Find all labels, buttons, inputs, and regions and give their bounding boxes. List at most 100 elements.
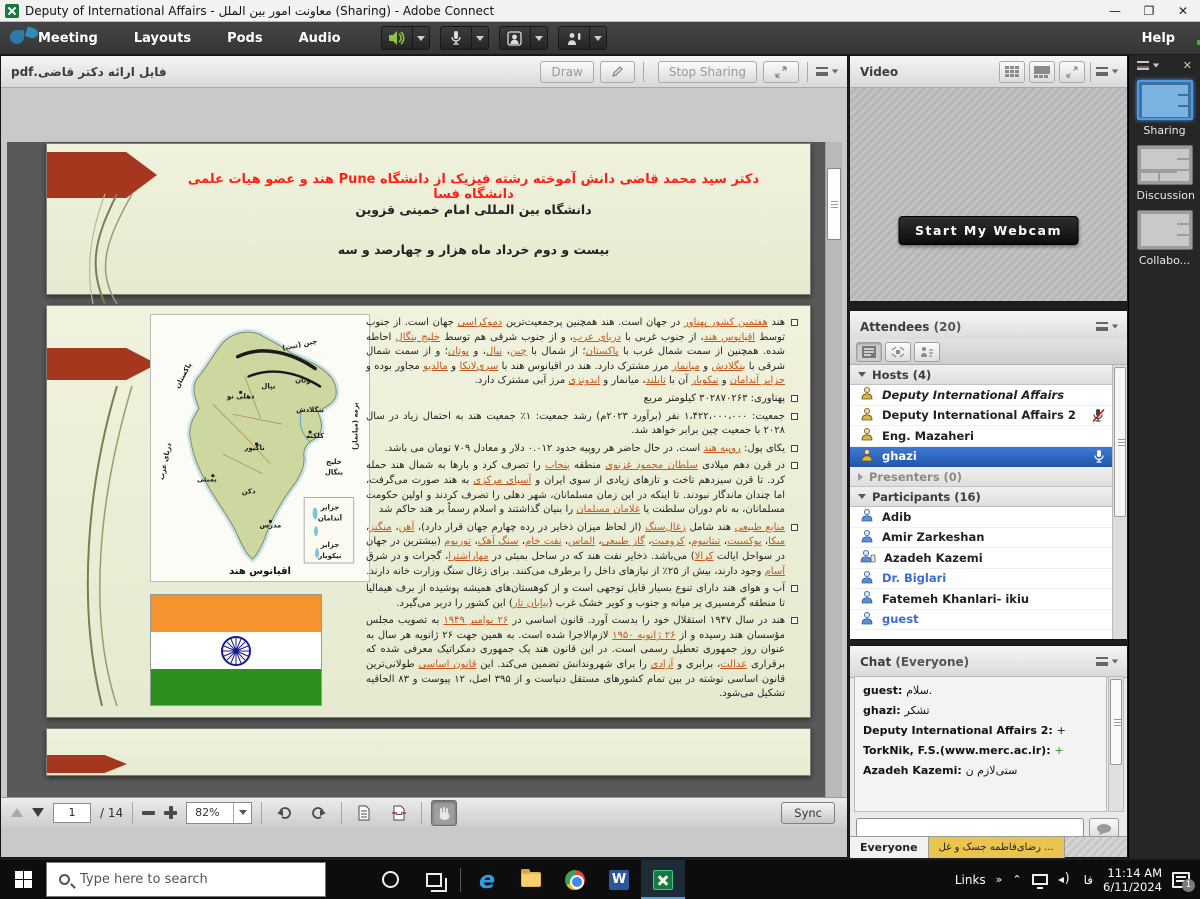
attendee-group-header[interactable]: Hosts (4): [850, 365, 1127, 385]
video-fullscreen-icon[interactable]: [1059, 61, 1085, 83]
microphone-icon[interactable]: [440, 26, 472, 50]
attendee-row[interactable]: Deputy International Affairs: [850, 385, 1127, 406]
webcam-button-group[interactable]: [499, 26, 548, 50]
attendee-row[interactable]: Eng. Mazaheri: [850, 426, 1127, 447]
raise-hand-icon[interactable]: [558, 26, 590, 50]
start-webcam-button[interactable]: Start My Webcam: [898, 216, 1079, 245]
fit-width-icon[interactable]: [386, 800, 412, 826]
attendee-row[interactable]: Adib: [850, 507, 1127, 528]
menu-layouts[interactable]: Layouts: [116, 22, 209, 55]
attendee-row[interactable]: Fatemeh Khanlari- ikiu: [850, 589, 1127, 610]
next-page-button[interactable]: [32, 808, 44, 817]
attendee-group-header[interactable]: Presenters (0): [850, 467, 1127, 487]
page-number-input[interactable]: [53, 803, 91, 823]
speaker-dropdown[interactable]: [413, 26, 430, 50]
participant-phone-avatar-icon: [860, 549, 876, 566]
document-scrollbar[interactable]: [825, 142, 842, 802]
bullet-square-icon: [791, 462, 798, 469]
breakout-view-icon[interactable]: [885, 342, 911, 362]
microphone-button-group[interactable]: [440, 26, 489, 50]
notification-center-icon[interactable]: 1: [1172, 872, 1190, 888]
sync-button[interactable]: Sync: [781, 802, 835, 824]
attendee-row[interactable]: Azadeh Kazemi: [850, 548, 1127, 569]
video-grid-view-icon[interactable]: [999, 61, 1025, 83]
layout-item-collabo[interactable]: Collabo...: [1137, 210, 1193, 267]
share-pod-menu-icon[interactable]: [816, 67, 839, 76]
map-label: بنگلادش: [296, 405, 324, 414]
attendee-status-view-icon[interactable]: [914, 342, 940, 362]
rotate-right-icon[interactable]: [306, 800, 332, 826]
network-icon[interactable]: [1032, 874, 1048, 885]
stop-sharing-button[interactable]: Stop Sharing: [658, 61, 757, 83]
raise-hand-dropdown[interactable]: [590, 26, 607, 50]
fullscreen-icon[interactable]: [763, 61, 799, 83]
word-icon[interactable]: W: [597, 860, 641, 899]
mic-muted-icon[interactable]: [1092, 408, 1105, 426]
help-menu[interactable]: Help: [1142, 31, 1175, 46]
attendee-group-header[interactable]: Participants (16): [850, 487, 1127, 507]
attendees-pod-menu-icon[interactable]: [1096, 322, 1119, 331]
attendees-scrollbar-thumb[interactable]: [1114, 367, 1126, 517]
webcam-dropdown[interactable]: [531, 26, 548, 50]
menu-audio[interactable]: Audio: [281, 22, 359, 55]
volume-icon[interactable]: [1058, 873, 1074, 887]
links-toolbar[interactable]: Links: [955, 873, 986, 887]
webcam-icon[interactable]: [499, 26, 531, 50]
speaker-button-group[interactable]: [381, 26, 430, 50]
chrome-icon[interactable]: [553, 860, 597, 899]
document-canvas[interactable]: دکتر سید محمد قاضی دانش آموخته رشته فیزی…: [7, 142, 827, 802]
search-placeholder: Type here to search: [80, 872, 208, 887]
fit-page-icon[interactable]: [351, 800, 377, 826]
layout-item-discussion[interactable]: Discussion: [1137, 145, 1193, 202]
document-scrollbar-thumb[interactable]: [827, 168, 841, 240]
chat-scrollbar[interactable]: [1108, 676, 1124, 812]
file-explorer-icon[interactable]: [509, 860, 553, 899]
minimize-button[interactable]: —: [1098, 0, 1132, 22]
mic-icon[interactable]: [1093, 449, 1105, 467]
attendee-row[interactable]: guest: [850, 610, 1127, 631]
zoom-out-button[interactable]: [142, 811, 155, 815]
start-button[interactable]: [0, 860, 46, 899]
chat-scrollbar-thumb[interactable]: [1110, 679, 1122, 765]
slide-bullet: جمعیت: ۱،۴۲۲،۰۰۰،۰۰۰ نفر (برآورد ۲۰۲۳م) …: [366, 410, 798, 439]
task-view-icon[interactable]: [412, 860, 456, 899]
zoom-level-select[interactable]: 82%: [186, 802, 252, 824]
video-filmstrip-view-icon[interactable]: [1029, 61, 1055, 83]
video-pod-menu-icon[interactable]: [1096, 67, 1119, 76]
layout-item-sharing[interactable]: Sharing: [1137, 80, 1193, 137]
draw-button[interactable]: Draw: [540, 61, 593, 83]
rotate-left-icon[interactable]: [271, 800, 297, 826]
raise-hand-button-group[interactable]: [558, 26, 607, 50]
microphone-dropdown[interactable]: [472, 26, 489, 50]
language-indicator[interactable]: فا: [1084, 873, 1093, 887]
cortana-icon[interactable]: [368, 860, 412, 899]
edge-icon[interactable]: e: [465, 860, 509, 899]
clock[interactable]: 11:14 AM 6/11/2024: [1103, 866, 1162, 894]
chat-tab-everyone[interactable]: Everyone: [850, 837, 929, 858]
taskbar: Type here to search e W Links » ⌃ فا 11:…: [0, 860, 1200, 899]
attendees-scrollbar[interactable]: [1112, 365, 1127, 639]
restore-button[interactable]: ❐: [1132, 0, 1166, 22]
chat-pod-menu-icon[interactable]: [1096, 657, 1119, 666]
chat-tab-private[interactable]: ... رضای‌فاطمه جسک و غل: [929, 837, 1065, 858]
rail-close-icon[interactable]: ✕: [1183, 59, 1192, 72]
attendee-row[interactable]: ghazi: [850, 447, 1127, 468]
speaker-icon[interactable]: [381, 26, 413, 50]
attendee-row[interactable]: Deputy International Affairs 2: [850, 406, 1127, 427]
close-button[interactable]: ✕: [1166, 0, 1200, 22]
slide1-title: دکتر سید محمد قاضی دانش آموخته رشته فیزی…: [167, 172, 780, 202]
taskbar-search[interactable]: Type here to search: [46, 862, 326, 897]
adobe-connect-taskbar-icon[interactable]: [641, 860, 685, 899]
attendee-row[interactable]: Dr. Biglari: [850, 569, 1127, 590]
menu-pods[interactable]: Pods: [209, 22, 281, 55]
previous-page-button[interactable]: [11, 808, 23, 817]
attendee-row[interactable]: Amir Zarkeshan: [850, 528, 1127, 549]
pencil-icon[interactable]: [600, 61, 635, 83]
tray-expand-icon[interactable]: ⌃: [1012, 873, 1021, 886]
document-toolbar: / 14 82%: [1, 797, 847, 827]
attendee-list-view-icon[interactable]: [856, 342, 882, 362]
hand-tool-icon[interactable]: [431, 800, 457, 826]
zoom-in-button[interactable]: [164, 806, 177, 819]
links-chevron-icon[interactable]: »: [996, 873, 1003, 886]
rail-menu-icon[interactable]: [1137, 59, 1160, 72]
